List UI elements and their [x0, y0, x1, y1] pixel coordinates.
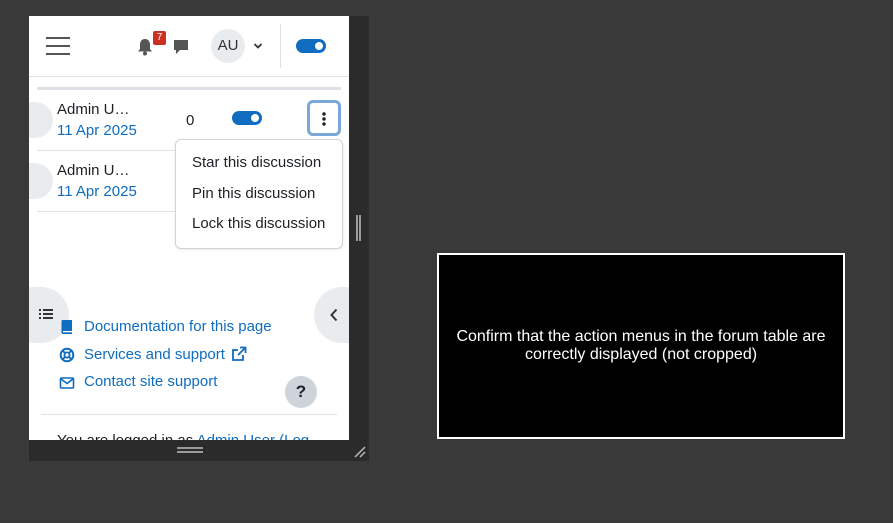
subscribe-toggle[interactable] — [232, 111, 262, 125]
menu-item-star[interactable]: Star this discussion — [192, 154, 321, 171]
browser-viewport-frame: 7 AU Admin U… 11 Apr 2025 0 Admin U… 11 … — [29, 16, 369, 461]
notification-badge: 7 — [153, 31, 166, 45]
scrollbar-grip[interactable] — [177, 447, 203, 453]
menu-item-lock[interactable]: Lock this discussion — [192, 215, 325, 232]
logged-in-prefix: You are logged in as — [57, 432, 197, 440]
discussion-author: Admin U… — [57, 162, 130, 179]
discussion-date-link[interactable]: 11 Apr 2025 — [57, 183, 137, 200]
envelope-icon — [59, 377, 75, 389]
author-avatar — [29, 102, 53, 138]
logged-in-user-link[interactable]: Admin User (Log — [197, 432, 310, 440]
navbar-divider — [280, 24, 281, 68]
documentation-link[interactable]: Documentation for this page — [84, 318, 272, 335]
book-icon — [61, 320, 72, 334]
footer-divider — [41, 414, 337, 415]
list-icon — [39, 309, 53, 319]
help-button[interactable]: ? — [285, 376, 317, 408]
menu-item-pin[interactable]: Pin this discussion — [192, 185, 315, 202]
page-viewport: 7 AU Admin U… 11 Apr 2025 0 Admin U… 11 … — [29, 16, 349, 440]
block-drawer-toggle[interactable] — [314, 287, 349, 343]
resize-handle-icon[interactable] — [353, 445, 366, 458]
instruction-panel: Confirm that the action menus in the for… — [437, 253, 845, 439]
scrollbar-grip[interactable] — [356, 215, 361, 241]
action-dropdown-menu: Star this discussion Pin this discussion… — [175, 139, 343, 249]
chevron-left-icon — [330, 308, 338, 322]
chevron-down-icon[interactable] — [253, 41, 263, 51]
discussion-author: Admin U… — [57, 101, 130, 118]
edit-mode-toggle[interactable] — [296, 39, 326, 53]
author-avatar — [29, 163, 53, 199]
bell-icon[interactable] — [137, 38, 153, 56]
horizontal-scrollbar[interactable] — [29, 440, 369, 461]
hamburger-icon[interactable] — [46, 37, 70, 55]
navbar: 7 AU — [29, 16, 349, 77]
lifebuoy-icon — [59, 347, 75, 363]
instruction-text: Confirm that the action menus in the for… — [456, 328, 826, 363]
actions-menu-button[interactable] — [307, 100, 341, 136]
logged-in-info: You are logged in as Admin User (Log — [57, 432, 309, 440]
user-avatar[interactable]: AU — [211, 29, 245, 63]
vertical-scrollbar[interactable] — [349, 16, 369, 440]
discussion-date-link[interactable]: 11 Apr 2025 — [57, 122, 137, 139]
services-support-link[interactable]: Services and support — [84, 346, 225, 363]
kebab-icon — [322, 112, 326, 126]
chat-icon[interactable] — [173, 39, 189, 55]
external-link-icon — [232, 346, 247, 361]
reply-count: 0 — [186, 112, 195, 129]
contact-support-link[interactable]: Contact site support — [84, 373, 217, 390]
